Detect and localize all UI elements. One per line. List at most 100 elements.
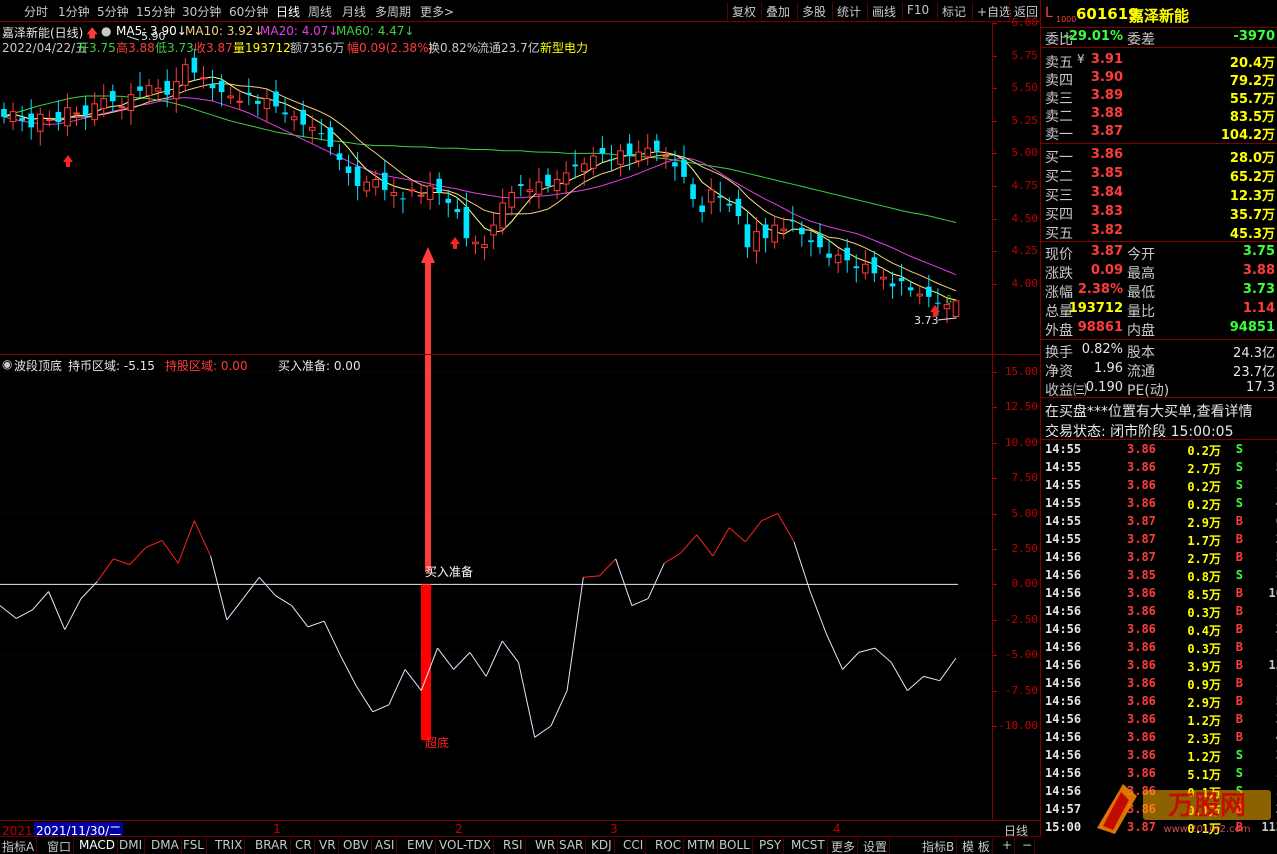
bid-row[interactable]: 买四 3.83 35.7万 bbox=[1041, 203, 1277, 223]
indicator-tab[interactable]: 更多 bbox=[829, 838, 859, 854]
candle[interactable] bbox=[109, 84, 116, 112]
indicator-chart[interactable]: 买入准备超底 bbox=[0, 355, 992, 820]
period-tab-active[interactable]: 日线 bbox=[276, 3, 300, 20]
candle[interactable] bbox=[545, 168, 551, 193]
indicator-tab[interactable]: BOLL bbox=[717, 838, 753, 854]
candle[interactable] bbox=[880, 268, 887, 290]
indicator-tab[interactable]: BRAR bbox=[253, 838, 291, 854]
indicator-tab[interactable]: ROC bbox=[653, 838, 685, 854]
template-tab[interactable]: + bbox=[1000, 838, 1016, 854]
notice-row[interactable]: 在买盘***位置有大买单,查看详情 bbox=[1041, 400, 1277, 421]
candle[interactable] bbox=[562, 161, 570, 195]
candle[interactable] bbox=[535, 167, 543, 209]
candle[interactable] bbox=[55, 100, 62, 131]
candlestick-chart[interactable]: 5.903.73⇩ bbox=[0, 22, 992, 354]
indicator-tab[interactable]: VOL-TDX bbox=[437, 838, 494, 854]
candle[interactable] bbox=[100, 84, 108, 118]
candle[interactable] bbox=[789, 206, 796, 232]
candle[interactable] bbox=[127, 82, 135, 125]
period-tab[interactable]: 周线 bbox=[308, 3, 332, 20]
candle[interactable] bbox=[608, 144, 615, 171]
bid-row[interactable]: 买五 3.82 45.3万 bbox=[1041, 222, 1277, 242]
candle[interactable] bbox=[182, 58, 189, 92]
template-tab[interactable]: 指标B bbox=[920, 838, 958, 854]
candle[interactable] bbox=[916, 285, 924, 305]
candle[interactable] bbox=[690, 177, 696, 208]
big-order-notice[interactable]: 在买盘***位置有大买单,查看详情 bbox=[1045, 401, 1252, 421]
indicator-tab[interactable]: OBV bbox=[341, 838, 372, 854]
candle[interactable] bbox=[490, 213, 497, 250]
candle[interactable] bbox=[227, 86, 234, 105]
ask-row[interactable]: 卖一 3.87 104.2万 bbox=[1041, 123, 1277, 143]
candle[interactable] bbox=[862, 249, 869, 280]
bid-row[interactable]: 买一 3.86 28.0万 bbox=[1041, 146, 1277, 166]
candle[interactable] bbox=[91, 92, 98, 127]
candle[interactable] bbox=[644, 133, 652, 166]
candle[interactable] bbox=[826, 239, 832, 267]
candle[interactable] bbox=[308, 115, 316, 145]
mark-button[interactable]: 标记 bbox=[937, 2, 970, 20]
candle[interactable] bbox=[336, 144, 343, 171]
stats-button[interactable]: 统计 bbox=[832, 2, 865, 20]
candle[interactable] bbox=[844, 238, 851, 273]
candle[interactable] bbox=[907, 280, 914, 297]
indicator-tab[interactable]: CR bbox=[293, 838, 315, 854]
indicator-tab[interactable]: FSL bbox=[181, 838, 207, 854]
candle[interactable] bbox=[28, 99, 35, 140]
candle[interactable] bbox=[735, 189, 742, 225]
period-tab[interactable]: 30分钟 bbox=[182, 3, 221, 20]
candle[interactable] bbox=[345, 154, 352, 186]
candle[interactable] bbox=[426, 171, 434, 210]
candle[interactable] bbox=[137, 72, 143, 98]
candle[interactable] bbox=[209, 69, 216, 101]
candle[interactable] bbox=[508, 186, 516, 216]
indicator-settings-icon[interactable]: ◉ bbox=[2, 357, 12, 371]
ask-row[interactable]: 卖三 3.89 55.7万 bbox=[1041, 87, 1277, 107]
candle[interactable] bbox=[290, 110, 298, 131]
candle[interactable] bbox=[617, 144, 624, 177]
candle[interactable] bbox=[9, 102, 17, 131]
period-tab[interactable]: 60分钟 bbox=[229, 3, 268, 20]
candle[interactable] bbox=[635, 140, 642, 168]
candle[interactable] bbox=[82, 96, 89, 130]
candle[interactable] bbox=[762, 217, 769, 253]
period-tab[interactable]: 15分钟 bbox=[136, 3, 175, 20]
ask-row[interactable]: 卖五 ¥3.91 20.4万 bbox=[1041, 51, 1277, 71]
template-tab[interactable]: 模 板 bbox=[960, 838, 993, 854]
candle[interactable] bbox=[408, 180, 416, 197]
bid-row[interactable]: 买二 3.85 65.2万 bbox=[1041, 165, 1277, 185]
indicator-tab[interactable]: VR bbox=[317, 838, 339, 854]
candle[interactable] bbox=[717, 181, 724, 213]
candle[interactable] bbox=[472, 235, 479, 255]
indicator-tab[interactable]: MCST bbox=[789, 838, 828, 854]
candle[interactable] bbox=[744, 212, 751, 258]
candle[interactable] bbox=[400, 191, 406, 214]
period-tab[interactable]: 多周期 bbox=[375, 3, 411, 20]
indicator-tab[interactable]: 设置 bbox=[861, 838, 891, 854]
candle[interactable] bbox=[263, 89, 271, 123]
candle[interactable] bbox=[417, 183, 425, 205]
candle[interactable] bbox=[889, 271, 896, 299]
candle[interactable] bbox=[699, 196, 705, 223]
candle[interactable] bbox=[436, 172, 443, 205]
candle[interactable] bbox=[681, 145, 687, 184]
candle[interactable] bbox=[572, 150, 579, 179]
more-periods-button[interactable]: 更多> bbox=[420, 3, 454, 20]
period-tab[interactable]: 5分钟 bbox=[97, 3, 129, 20]
ask-row[interactable]: 卖四 3.90 79.2万 bbox=[1041, 69, 1277, 89]
candle[interactable] bbox=[771, 215, 778, 249]
period-tab[interactable]: 1分钟 bbox=[58, 3, 90, 20]
candle[interactable] bbox=[145, 79, 153, 104]
indicator-tab[interactable]: DMA bbox=[149, 838, 182, 854]
candle[interactable] bbox=[499, 188, 506, 235]
candle[interactable] bbox=[327, 120, 334, 156]
candle[interactable] bbox=[381, 160, 388, 201]
candle[interactable] bbox=[154, 79, 162, 102]
f10-button[interactable]: F10 bbox=[902, 2, 933, 20]
indicator-tab[interactable]: PSY bbox=[757, 838, 785, 854]
indicator-tab[interactable]: WR bbox=[533, 838, 559, 854]
candle[interactable] bbox=[481, 235, 488, 260]
candle[interactable] bbox=[454, 197, 461, 219]
period-tab[interactable]: 月线 bbox=[342, 3, 366, 20]
candle[interactable] bbox=[363, 175, 370, 198]
